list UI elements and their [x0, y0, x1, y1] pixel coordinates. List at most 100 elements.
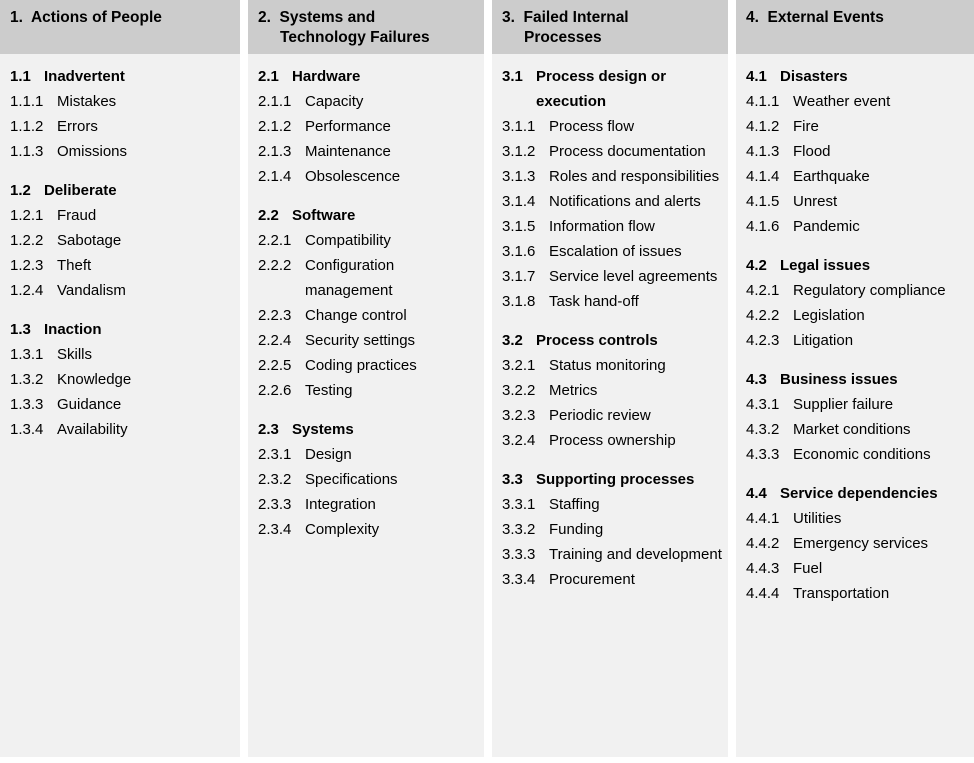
taxonomy-item: 3.3.1 Staffing [502, 492, 722, 517]
subcategory-number: 4.3 [746, 371, 767, 388]
category-header-line: 2. Systems and [258, 9, 376, 26]
taxonomy-item-number: 4.1.2 [746, 118, 780, 135]
taxonomy-item-label: Staffing [549, 496, 600, 513]
subcategory-number: 2.1 [258, 68, 279, 85]
taxonomy-item: 4.2.2 Legislation [746, 303, 968, 328]
category-body-3: 3.1 Process design or execution 3.1.1 Proce… [492, 54, 728, 757]
risk-taxonomy-table: 1. Actions of People 1.1 Inadvertent 1.1.1 M… [0, 0, 974, 763]
taxonomy-item-number: 4.1.1 [746, 93, 780, 110]
taxonomy-item-number: 4.2.3 [746, 332, 780, 349]
taxonomy-item-label: Economic conditions [793, 446, 931, 463]
taxonomy-item-number: 3.2.3 [502, 407, 536, 424]
category-body-2: 2.1 Hardware 2.1.1 Capacity 2.1.2 Performance… [248, 54, 484, 757]
taxonomy-item: 2.2.5 Coding practices [258, 353, 478, 378]
taxonomy-item: 4.3.1 Supplier failure [746, 392, 968, 417]
taxonomy-item: 2.3.2 Specifications [258, 467, 478, 492]
taxonomy-item-number: 2.1.4 [258, 168, 292, 185]
taxonomy-item-number: 4.3.2 [746, 421, 780, 438]
subcategory-group: 1.2 Deliberate 1.2.1 Fraud 1.2.2 Sabotage 1.2.… [10, 178, 234, 303]
taxonomy-item-number: 4.1.5 [746, 193, 780, 210]
taxonomy-item: 3.3.3 Training and development [502, 542, 722, 567]
taxonomy-item-label: Availability [57, 421, 128, 438]
subcategory-number: 3.1 [502, 68, 523, 85]
taxonomy-item-label: Litigation [793, 332, 854, 349]
category-header-line: Processes [524, 29, 602, 46]
subcategory-label: Process design or execution [536, 68, 671, 110]
taxonomy-item: 4.1.4 Earthquake [746, 164, 968, 189]
subcategory-group: 2.1 Hardware 2.1.1 Capacity 2.1.2 Performance… [258, 64, 478, 189]
subcategory-title: 2.3 Systems [258, 417, 478, 442]
subcategory-label: Supporting processes [536, 471, 695, 488]
taxonomy-item-number: 3.3.4 [502, 571, 536, 588]
taxonomy-item: 3.2.4 Process ownership [502, 428, 722, 453]
taxonomy-item-number: 4.3.1 [746, 396, 780, 413]
taxonomy-item-number: 4.4.2 [746, 535, 780, 552]
taxonomy-item: 1.1.1 Mistakes [10, 89, 234, 114]
taxonomy-item: 3.1.6 Escalation of issues [502, 239, 722, 264]
taxonomy-item: 4.3.2 Market conditions [746, 417, 968, 442]
taxonomy-item-number: 3.1.2 [502, 143, 536, 160]
taxonomy-item-number: 4.2.2 [746, 307, 780, 324]
taxonomy-item-label: Periodic review [549, 407, 651, 424]
taxonomy-item-number: 4.4.3 [746, 560, 780, 577]
taxonomy-item-number: 3.3.3 [502, 546, 536, 563]
subcategory-number: 4.2 [746, 257, 767, 274]
subcategory-label: Hardware [292, 68, 361, 85]
taxonomy-item-label: Flood [793, 143, 831, 160]
taxonomy-item-number: 2.3.1 [258, 446, 292, 463]
taxonomy-item-label: Change control [305, 307, 407, 324]
taxonomy-item-label: Errors [57, 118, 98, 135]
taxonomy-item-number: 1.2.3 [10, 257, 44, 274]
taxonomy-item: 3.3.4 Procurement [502, 567, 722, 592]
taxonomy-item: 2.1.1 Capacity [258, 89, 478, 114]
taxonomy-item-number: 3.1.6 [502, 243, 536, 260]
taxonomy-item-number: 1.3.3 [10, 396, 44, 413]
taxonomy-item-number: 4.1.4 [746, 168, 780, 185]
taxonomy-item-label: Training and development [549, 546, 722, 563]
taxonomy-item-label: Fire [793, 118, 819, 135]
subcategory-title: 3.3 Supporting processes [502, 467, 722, 492]
taxonomy-item-label: Vandalism [57, 282, 126, 299]
taxonomy-item-number: 2.2.4 [258, 332, 292, 349]
category-header-1: 1. Actions of People [0, 0, 240, 54]
taxonomy-item-number: 1.3.1 [10, 346, 44, 363]
taxonomy-item-number: 2.3.3 [258, 496, 292, 513]
taxonomy-item: 1.3.1 Skills [10, 342, 234, 367]
category-column-3: 3. Failed Internal Processes 3.1 Process de… [492, 0, 728, 757]
taxonomy-item: 1.2.2 Sabotage [10, 228, 234, 253]
taxonomy-item: 1.1.3 Omissions [10, 139, 234, 164]
taxonomy-item: 3.1.4 Notifications and alerts [502, 189, 722, 214]
subcategory-title: 4.1 Disasters [746, 64, 968, 89]
subcategory-title: 2.1 Hardware [258, 64, 478, 89]
category-header-3: 3. Failed Internal Processes [492, 0, 728, 54]
taxonomy-item: 2.3.4 Complexity [258, 517, 478, 542]
taxonomy-item-number: 4.4.4 [746, 585, 780, 602]
taxonomy-item: 4.4.1 Utilities [746, 506, 968, 531]
taxonomy-item-label: Design [305, 446, 352, 463]
subcategory-group: 3.3 Supporting processes 3.3.1 Staffing 3.3.… [502, 467, 722, 592]
taxonomy-item-number: 3.1.1 [502, 118, 536, 135]
taxonomy-item-label: Unrest [793, 193, 838, 210]
taxonomy-item: 4.1.2 Fire [746, 114, 968, 139]
category-header-2: 2. Systems and Technology Failures [248, 0, 484, 54]
taxonomy-item-number: 1.3.4 [10, 421, 44, 438]
taxonomy-item-number: 3.3.2 [502, 521, 536, 538]
taxonomy-item-label: Regulatory com­pliance [793, 282, 946, 299]
subcategory-title: 1.3 Inaction [10, 317, 234, 342]
taxonomy-item: 2.2.1 Compatibility [258, 228, 478, 253]
taxonomy-item: 2.3.1 Design [258, 442, 478, 467]
taxonomy-item: 2.1.2 Performance [258, 114, 478, 139]
taxonomy-item-number: 2.2.3 [258, 307, 292, 324]
category-header-line: 3. Failed Internal [502, 9, 629, 26]
subcategory-title: 1.2 Deliberate [10, 178, 234, 203]
taxonomy-item-number: 2.2.6 [258, 382, 292, 399]
subcategory-number: 4.1 [746, 68, 767, 85]
taxonomy-item-label: Metrics [549, 382, 598, 399]
taxonomy-item-label: Task hand-off [549, 293, 639, 310]
taxonomy-item: 4.3.3 Economic conditions [746, 442, 968, 467]
taxonomy-item-label: Fraud [57, 207, 97, 224]
subcategory-title: 4.2 Legal issues [746, 253, 968, 278]
subcategory-label: Service dependencies [780, 485, 938, 502]
category-column-1: 1. Actions of People 1.1 Inadvertent 1.1.1 M… [0, 0, 240, 757]
taxonomy-item-number: 4.1.6 [746, 218, 780, 235]
